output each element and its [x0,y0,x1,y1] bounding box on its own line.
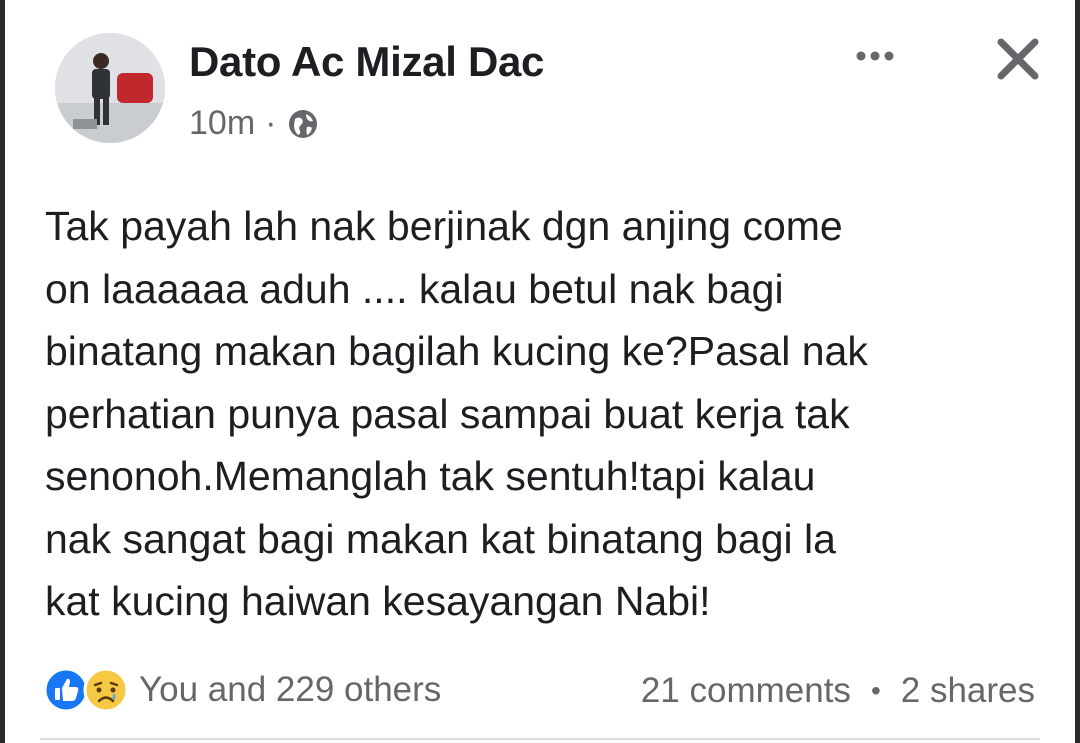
frame-right-border [1075,0,1080,743]
reactions-count-text[interactable]: You and 229 others [139,670,441,710]
sad-icon [83,667,129,713]
meta-separator: · [265,104,277,142]
reactions-summary[interactable]: You and 229 others [43,667,441,713]
author-name[interactable]: Dato Ac Mizal Dac [189,38,544,86]
globe-icon[interactable] [286,107,320,141]
post-meta: 10m · [189,104,320,143]
shares-count[interactable]: 2 shares [901,671,1035,711]
avatar-photo [55,33,165,143]
facebook-post: Dato Ac Mizal Dac 10m · Tak payah lah na… [5,0,1075,743]
close-icon[interactable] [993,34,1043,84]
avatar[interactable] [55,33,165,143]
ellipsis-icon[interactable] [847,38,903,74]
post-text: Tak payah lah nak berjinak dgn anjing co… [45,203,868,624]
comments-count[interactable]: 21 comments [641,671,851,711]
post-time[interactable]: 10m [189,104,255,143]
engagement-counts: 21 comments • 2 shares [641,671,1035,711]
divider [40,738,1040,740]
counts-separator: • [870,675,881,706]
